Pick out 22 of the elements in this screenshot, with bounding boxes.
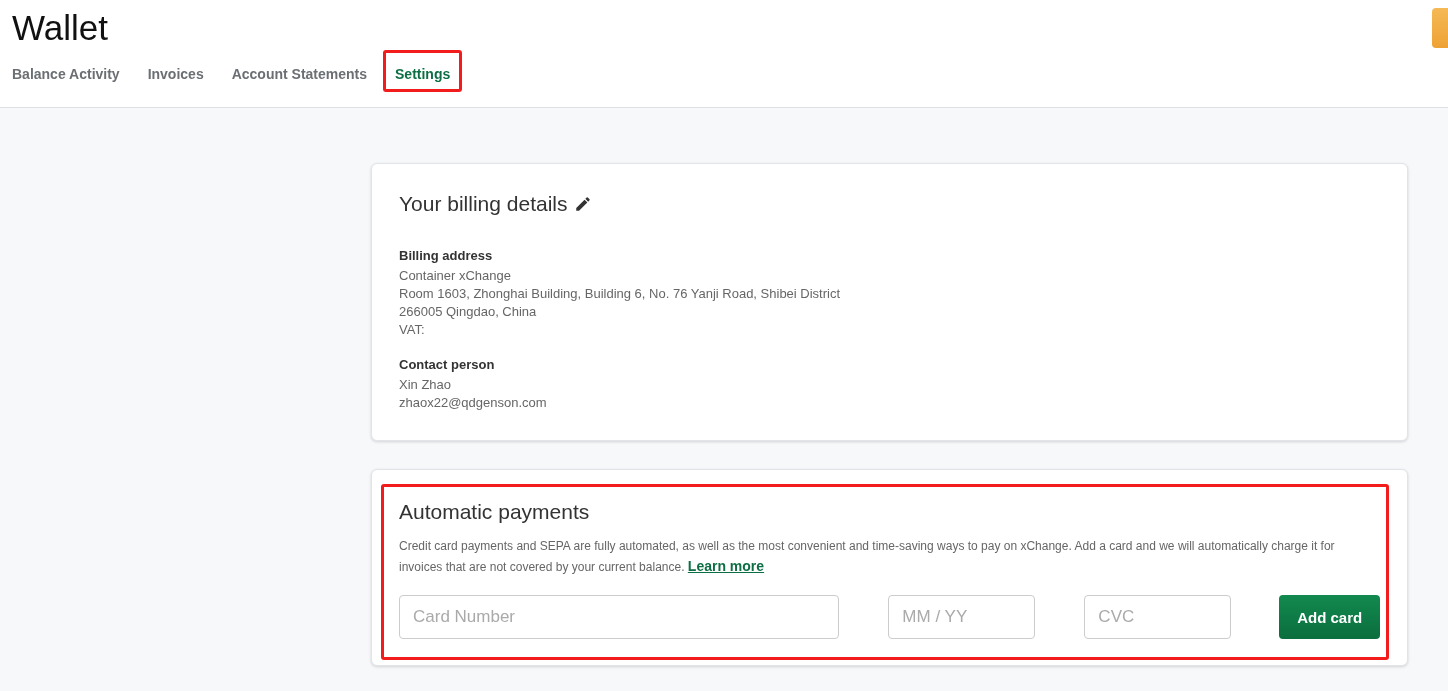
detail-line: 266005 Qingdao, China — [399, 303, 538, 321]
group-heading: Billing address — [399, 248, 494, 263]
detail-line: zhaox22@qdgenson.com — [399, 394, 548, 412]
card-title: Automatic payments — [399, 500, 590, 524]
detail-line: Xin Zhao — [399, 376, 453, 394]
group-heading: Contact person — [399, 357, 496, 372]
input-field[interactable]: CVC — [1084, 595, 1232, 639]
page-title: Wallet — [12, 8, 108, 48]
description-text: Credit card payments and SEPA are fully automated, as well as the most convenient and time-saving ways to pay on xChange. Add a card and we will automatically charge it for invoices that are not covered by your current balance. Learn more — [399, 538, 1336, 576]
learn-more-link[interactable]: Learn more — [687, 558, 765, 574]
pencil-icon[interactable] — [573, 195, 592, 213]
nav-tab[interactable]: Balance Activity — [0, 50, 132, 92]
add-card-button[interactable]: Add card — [1279, 595, 1380, 639]
nav-tab[interactable]: Invoices — [135, 50, 216, 92]
nav-tab[interactable]: Account Statements — [219, 50, 380, 92]
input-field[interactable]: MM / YY — [888, 595, 1036, 639]
card-title: Your billing details — [399, 192, 568, 216]
detail-line: Container xChange — [399, 267, 513, 285]
detail-line: Room 1603, Zhonghai Building, Building 6, No. 76 Yanji Road, Shibei District — [399, 285, 842, 303]
nav-tab[interactable]: Settings — [383, 50, 463, 92]
detail-line: VAT: — [399, 321, 426, 339]
input-field[interactable]: Card Number — [399, 595, 840, 639]
